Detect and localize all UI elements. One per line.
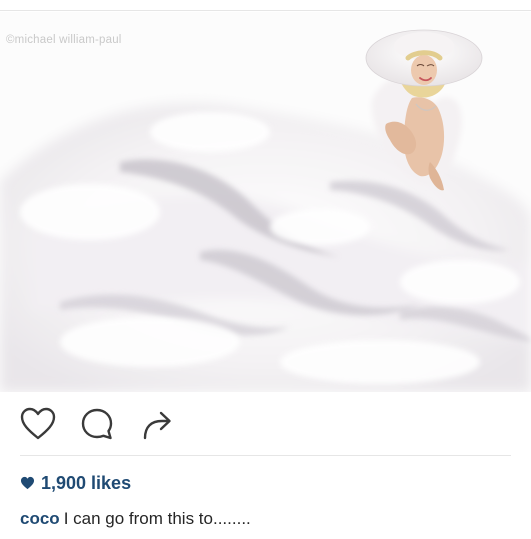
actions-divider	[20, 455, 511, 456]
caption-username[interactable]: coco	[20, 509, 60, 528]
share-arrow-icon	[143, 411, 171, 440]
caption-text: I can go from this to........	[63, 509, 251, 528]
top-divider	[0, 10, 531, 11]
comment-button[interactable]	[77, 402, 117, 446]
post-photo[interactable]: ©michael william-paul	[0, 12, 531, 392]
comment-bubble-icon	[81, 408, 113, 440]
post-caption: coco I can go from this to........	[20, 509, 251, 529]
heart-outline-icon	[20, 407, 56, 440]
likes-count-label: 1,900 likes	[41, 472, 132, 493]
truncated-next-line	[20, 533, 110, 539]
share-button[interactable]	[137, 402, 177, 446]
likes-count[interactable]: 1,900 likes	[20, 472, 131, 494]
like-button[interactable]	[18, 402, 58, 446]
photo-watermark: ©michael william-paul	[6, 34, 122, 46]
photo-illustration	[0, 12, 531, 392]
post-actions-bar	[0, 402, 531, 446]
heart-filled-icon	[20, 476, 35, 490]
